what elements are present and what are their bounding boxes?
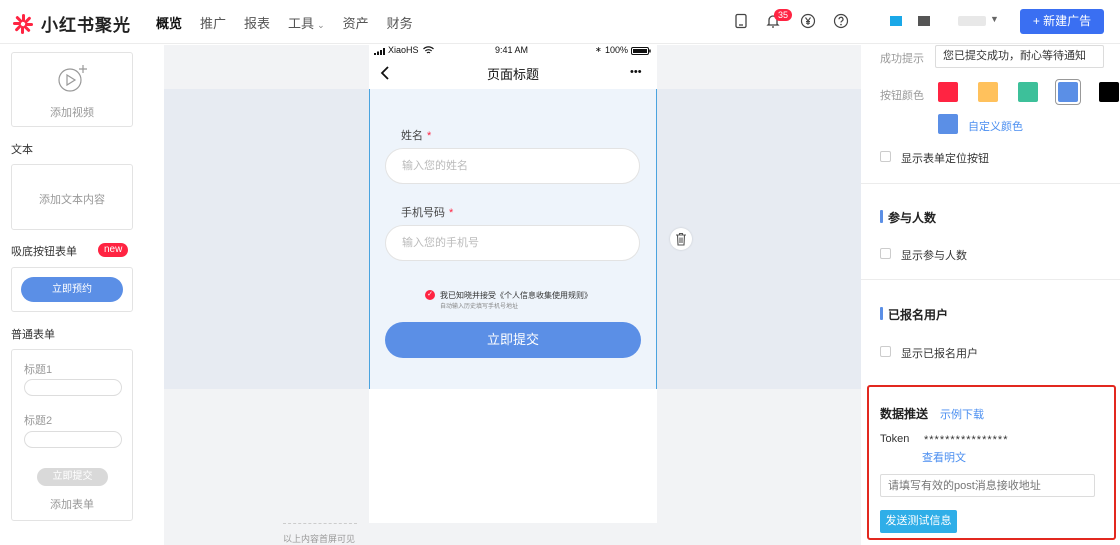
token-value: ****************	[924, 434, 1009, 446]
form-field-label: 标题2	[24, 415, 53, 427]
agreement-subtext: 自动输入历史填写手机号地址	[440, 304, 519, 310]
success-tip-input[interactable]: 您已提交成功，耐心等待通知	[935, 45, 1104, 68]
section-marker	[880, 307, 883, 320]
color-swatch-yellow[interactable]	[978, 82, 998, 102]
account-name[interactable]	[958, 16, 986, 26]
nav-promotion[interactable]: 推广	[200, 13, 226, 32]
add-form-card[interactable]: 标题1 标题2 立即提交 添加表单	[11, 349, 133, 521]
brand-name: 小红书聚光	[41, 16, 131, 35]
text-section-title: 文本	[11, 144, 33, 156]
view-plaintext-link[interactable]: 查看明文	[922, 449, 966, 465]
color-swatch-blue[interactable]	[1058, 82, 1078, 102]
custom-color-link[interactable]: 自定义颜色	[968, 118, 1023, 134]
post-url-input[interactable]	[880, 474, 1095, 497]
form-field-input-preview	[24, 379, 122, 396]
section-divider	[861, 279, 1120, 280]
form-field-input-preview	[24, 431, 122, 448]
chevron-down-icon: ⌄	[317, 20, 325, 30]
locate-button-label: 显示表单定位按钮	[901, 153, 989, 165]
delete-block-button[interactable]	[670, 228, 692, 250]
bluetooth-icon: ∗	[595, 45, 602, 54]
sparkle-icon	[12, 13, 34, 35]
locate-button-checkbox[interactable]	[880, 151, 891, 162]
section-marker	[880, 210, 883, 223]
phone-page-title: 页面标题	[486, 67, 539, 82]
add-text-label: 添加文本内容	[39, 194, 105, 206]
participants-label: 显示参与人数	[901, 250, 967, 262]
more-icon[interactable]: •••	[630, 66, 642, 78]
yen-icon[interactable]	[800, 13, 816, 29]
registered-title: 已报名用户	[888, 308, 949, 322]
nav-reports[interactable]: 报表	[244, 13, 270, 32]
battery-icon	[631, 47, 651, 55]
main-nav: 概览 推广 报表 工具 ⌄ 资产 财务	[156, 13, 431, 32]
phone-input[interactable]: 输入您的手机号	[385, 225, 640, 261]
participants-title: 参与人数	[888, 211, 937, 225]
required-mark: *	[449, 207, 454, 219]
account-color-chip	[890, 16, 902, 26]
fold-note: 以上内容首屏可见	[283, 534, 356, 544]
send-test-button[interactable]: 发送测试信息	[880, 510, 957, 533]
token-label: Token	[880, 433, 910, 445]
custom-color-swatch[interactable]	[938, 114, 958, 134]
participants-checkbox[interactable]	[880, 248, 891, 259]
caret-down-icon[interactable]: ▼	[990, 14, 999, 24]
submit-button[interactable]: 立即提交	[385, 322, 641, 358]
required-mark: *	[427, 130, 432, 142]
color-swatch-black[interactable]	[1099, 82, 1119, 102]
nav-overview[interactable]: 概览	[156, 13, 182, 32]
status-time: 9:41 AM	[495, 45, 529, 55]
help-icon[interactable]	[833, 13, 849, 29]
form-section-title: 普通表单	[11, 329, 55, 341]
section-divider	[861, 183, 1120, 184]
name-field-label: 姓名 *	[401, 127, 431, 143]
registered-label: 显示已报名用户	[901, 348, 978, 360]
add-text-card[interactable]: 添加文本内容	[11, 164, 133, 230]
signal-icon	[374, 48, 385, 55]
form-submit-preview: 立即提交	[37, 468, 108, 486]
phone-status-bar: XiaoHS 9:41 AM ∗ 100%	[369, 45, 657, 57]
add-video-card[interactable]: 添加视频	[11, 52, 133, 127]
button-color-label: 按钮颜色	[880, 90, 924, 102]
new-badge: new	[98, 243, 129, 257]
notification-badge: 35	[774, 9, 793, 21]
success-tip-label: 成功提示	[880, 53, 924, 65]
add-video-label: 添加视频	[50, 107, 94, 119]
account-color-chip	[918, 16, 930, 26]
color-swatch-green[interactable]	[1018, 82, 1038, 102]
example-download-link[interactable]: 示例下载	[940, 406, 984, 422]
tablet-icon[interactable]	[733, 13, 749, 29]
wifi-icon	[423, 46, 434, 54]
agreement-text: 我已知晓并接受《个人信息收集使用规则》	[440, 291, 592, 300]
data-push-title: 数据推送	[880, 407, 929, 421]
nav-tools[interactable]: 工具 ⌄	[288, 13, 325, 32]
battery-percent: 100%	[605, 45, 629, 55]
carrier-name: XiaoHS	[388, 45, 419, 55]
top-bar: 小红书聚光 概览 推广 报表 工具 ⌄ 资产 财务 35 ▼ + 新建广告	[0, 0, 1120, 44]
form-field-label: 标题1	[24, 364, 53, 376]
sticky-button-section-title: 吸底按钮表单	[11, 246, 77, 258]
nav-finance[interactable]: 财务	[387, 13, 413, 32]
nav-assets[interactable]: 资产	[343, 13, 369, 32]
agreement-row[interactable]: ✓ 我已知晓并接受《个人信息收集使用规则》 自动输入历史填写手机号地址	[425, 290, 592, 310]
sticky-button-card[interactable]: 立即预约	[11, 267, 133, 312]
nav-tools-label: 工具	[288, 16, 315, 31]
new-ad-button[interactable]: + 新建广告	[1020, 9, 1104, 34]
phone-field-label-text: 手机号码	[401, 207, 445, 219]
name-field-label-text: 姓名	[401, 130, 423, 142]
add-form-label: 添加表单	[50, 499, 94, 511]
book-now-button-preview: 立即预约	[21, 277, 123, 302]
registered-checkbox[interactable]	[880, 346, 891, 357]
phone-field-label: 手机号码 *	[401, 204, 453, 220]
video-add-icon	[58, 65, 87, 92]
trash-icon	[676, 232, 686, 246]
name-input[interactable]: 输入您的姓名	[385, 148, 640, 184]
color-swatch-red[interactable]	[938, 82, 958, 102]
fold-divider	[283, 523, 357, 524]
brand-logo[interactable]: 小红书聚光	[12, 11, 131, 36]
check-icon[interactable]: ✓	[425, 290, 435, 300]
